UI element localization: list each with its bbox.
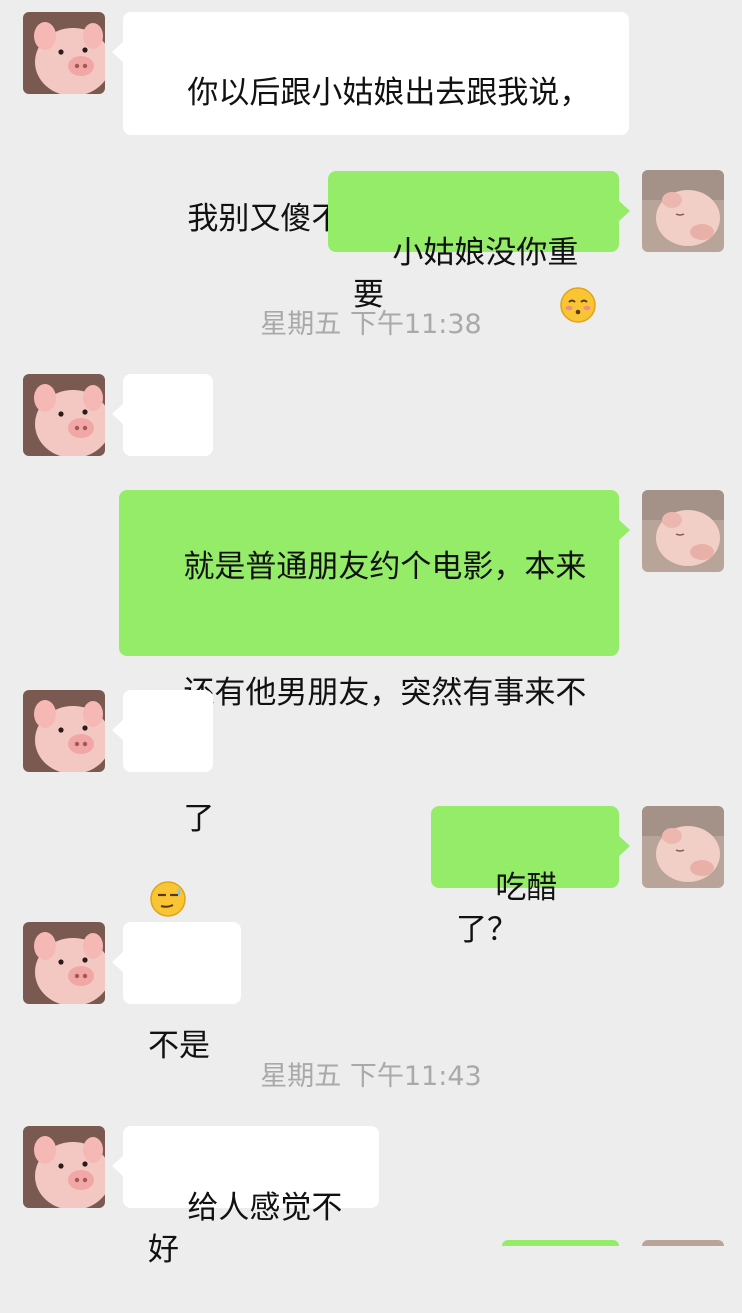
message-text: 还有他男朋友，突然有事来不 bbox=[183, 675, 587, 711]
chat-view: 你以后跟小姑娘出去跟我说， 我别又傻不唧了把你拉走了 小姑娘没你重要 星期 bbox=[0, 0, 742, 1268]
message-text: 了 bbox=[183, 801, 215, 837]
incoming-message-bubble[interactable]: 给人感觉不好 bbox=[112, 1126, 379, 1268]
pink-piglet-avatar-icon bbox=[23, 374, 105, 456]
timestamp: 星期五 下午11:43 bbox=[260, 1061, 482, 1092]
message-text: 你以后跟小姑娘出去跟我说， bbox=[187, 75, 591, 111]
pink-piglet-avatar-icon bbox=[23, 1126, 105, 1208]
outgoing-message-bubble-partial[interactable] bbox=[502, 1240, 619, 1246]
sleeping-piglet-avatar-icon bbox=[642, 806, 724, 888]
my-avatar[interactable] bbox=[642, 490, 724, 572]
sleeping-piglet-avatar-icon bbox=[642, 490, 724, 572]
incoming-emoji-bubble[interactable] bbox=[112, 690, 213, 917]
my-avatar[interactable] bbox=[642, 806, 724, 888]
contact-avatar[interactable] bbox=[23, 922, 105, 1004]
outgoing-message-bubble[interactable]: 小姑娘没你重要 bbox=[328, 171, 630, 313]
pink-piglet-avatar-icon bbox=[23, 12, 105, 94]
timestamp: 星期五 下午11:38 bbox=[260, 309, 482, 340]
outgoing-message-bubble[interactable]: 就是普通朋友约个电影，本来 还有他男朋友，突然有事来不 了 bbox=[119, 490, 630, 837]
incoming-message-bubble[interactable]: 你以后跟小姑娘出去跟我说， 我别又傻不唧了把你拉走了 bbox=[112, 12, 629, 323]
contact-avatar[interactable] bbox=[23, 1126, 105, 1208]
sleeping-piglet-avatar-icon bbox=[642, 170, 724, 252]
contact-avatar[interactable] bbox=[23, 12, 105, 94]
contact-avatar[interactable] bbox=[23, 690, 105, 772]
message-text: 就是普通朋友约个电影，本来 bbox=[183, 549, 587, 585]
incoming-message-bubble[interactable]: 不是 bbox=[112, 922, 241, 1064]
message-text: 给人感觉不好 bbox=[148, 1190, 343, 1268]
pink-piglet-avatar-icon bbox=[23, 690, 105, 772]
outgoing-message-bubble[interactable]: 吃醋了？ bbox=[431, 806, 630, 948]
smirk-sweat-emoji-icon bbox=[149, 796, 187, 917]
contact-avatar[interactable] bbox=[23, 374, 105, 456]
pink-piglet-avatar-icon bbox=[23, 922, 105, 1004]
incoming-emoji-bubble[interactable] bbox=[112, 374, 213, 601]
my-avatar-partial[interactable] bbox=[642, 1240, 724, 1246]
my-avatar[interactable] bbox=[642, 170, 724, 252]
message-text: 吃醋了？ bbox=[456, 870, 558, 948]
